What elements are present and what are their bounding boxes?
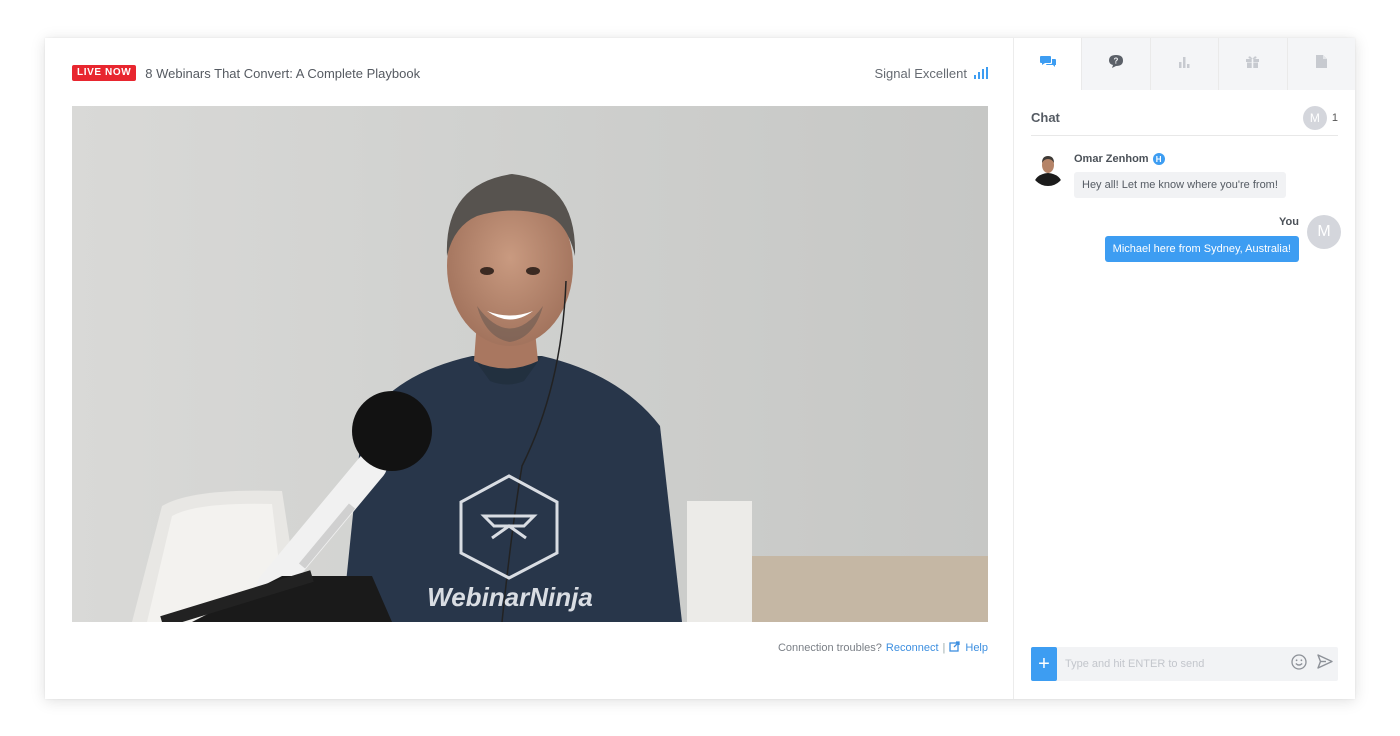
webinar-title: 8 Webinars That Convert: A Complete Play… [145,65,421,81]
link-separator: | [942,642,946,654]
shirt-logo-text: WebinarNinja [427,582,593,612]
host-avatar [1031,152,1065,186]
smiley-icon [1291,653,1307,675]
tab-questions[interactable]: ? [1081,38,1149,90]
poll-chart-icon [1178,55,1191,73]
viewer-count: 1 [1331,111,1338,124]
webinar-window: LIVE NOW 8 Webinars That Convert: A Comp… [45,38,1355,699]
host-badge: H [1152,153,1165,165]
message-author: You [1279,216,1299,228]
message-bubble: Hey all! Let me know where you're from! [1074,172,1286,198]
external-link-icon [949,641,961,655]
tab-polls[interactable] [1149,38,1218,90]
signal-text: Signal Excellent [874,65,968,81]
signal-bars-icon [974,67,988,79]
message-bubble: Michael here from Sydney, Australia! [1104,236,1299,262]
chat-input[interactable] [1057,647,1286,681]
chat-bubbles-icon [1039,55,1056,73]
presenter-video-frame: WebinarNinja [72,106,988,622]
stage: LIVE NOW 8 Webinars That Convert: A Comp… [45,38,1013,699]
question-bubble-icon: ? [1109,55,1124,73]
send-button[interactable] [1312,647,1338,681]
chat-sidebar: ? Chat M 1 Omar Zenhom H Hey all! Let me… [1013,38,1355,699]
signal-status: Signal Excellent [874,65,988,81]
stream-header: LIVE NOW 8 Webinars That Convert: A Comp… [72,63,988,83]
chat-title: Chat [1031,110,1060,125]
user-avatar: M [1307,215,1341,249]
document-icon [1315,55,1327,73]
message-author: Omar Zenhom H [1074,153,1165,165]
sidebar-tabs: ? [1014,38,1355,90]
tab-handouts[interactable] [1286,38,1355,90]
viewer-indicator[interactable]: M 1 [1302,105,1338,130]
live-badge: LIVE NOW [72,65,137,81]
reconnect-link[interactable]: Reconnect [886,642,939,654]
send-arrow-icon [1317,654,1333,674]
help-link[interactable]: Help [965,642,988,654]
attach-plus-button[interactable]: + [1031,647,1057,681]
svg-text:?: ? [1114,56,1119,65]
host-name: Omar Zenhom [1074,153,1149,165]
tab-chat[interactable] [1014,38,1082,90]
tab-offers[interactable] [1218,38,1286,90]
chat-message-you: You Michael here from Sydney, Australia!… [1031,214,1341,274]
video-player[interactable]: WebinarNinja [72,106,988,622]
chat-composer: + [1031,647,1338,681]
emoji-button[interactable] [1286,647,1312,681]
connection-prompt: Connection troubles? [777,642,882,654]
viewer-avatar: M [1302,105,1327,130]
chat-header: Chat M 1 [1031,100,1338,136]
gift-icon [1246,55,1260,73]
connection-help: Connection troubles? Reconnect | Help [778,641,988,655]
